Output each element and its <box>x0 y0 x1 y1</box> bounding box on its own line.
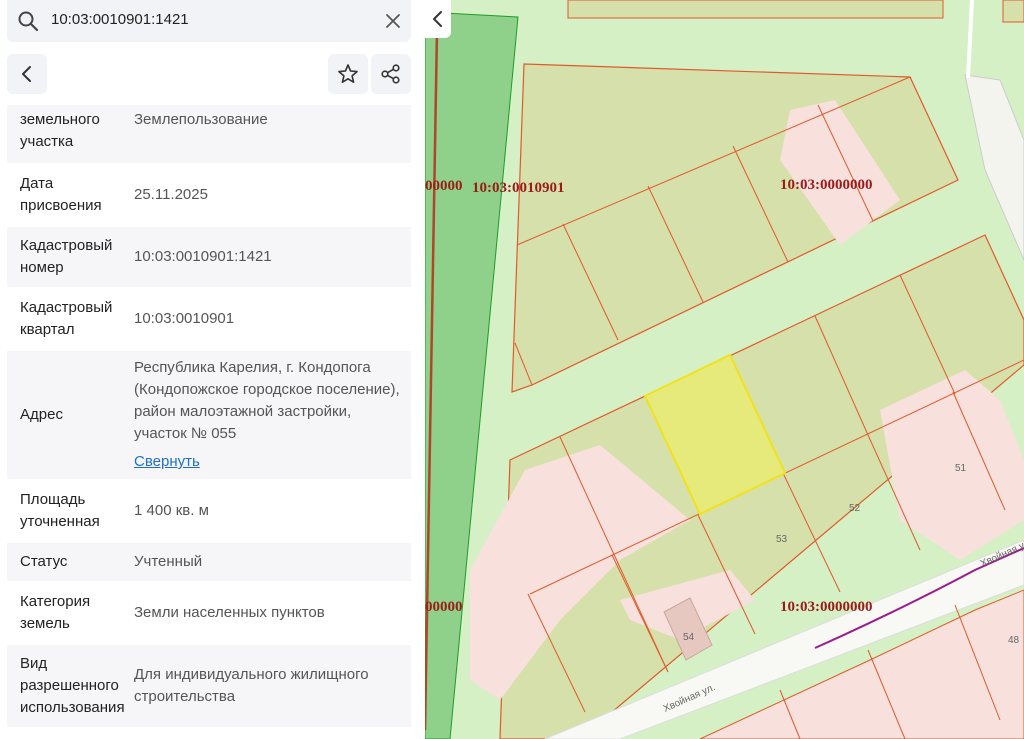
parcel-block <box>567 0 944 19</box>
details-table: земельного участка Землепользование Дата… <box>7 105 411 729</box>
details-value: 10:03:0010901 <box>134 310 235 327</box>
share-button[interactable] <box>371 54 411 94</box>
share-icon <box>381 64 400 84</box>
collapse-panel-button[interactable] <box>425 0 451 38</box>
details-value: Учтенный <box>134 553 203 570</box>
back-button[interactable] <box>7 54 47 94</box>
details-label: Категория земель <box>20 593 91 632</box>
details-label: Площадь уточненная <box>20 491 100 530</box>
info-panel: 10:03:0010901:1421 земельного участка Зе… <box>0 0 425 739</box>
cadastral-map: 10:03:0010901 10:03:0000000 10:03:000000… <box>425 0 1024 739</box>
block-label: 10:03:0000000 <box>780 599 873 615</box>
details-label: Адрес <box>20 406 63 423</box>
details-row-cadastral-number: Кадастровый номер 10:03:0010901:1421 <box>7 227 411 289</box>
details-row-type: земельного участка Землепользование <box>7 105 411 165</box>
details-value: 1 400 кв. м <box>134 502 209 519</box>
details-label: Кадастровый номер <box>20 237 113 276</box>
parcel-number: 52 <box>849 503 861 514</box>
details-label: Статус <box>20 553 68 570</box>
details-label: Вид разрешенного использования <box>20 655 125 716</box>
block-label: 10:03:0000000 <box>780 177 873 193</box>
details-value: 10:03:0010901:1421 <box>134 248 272 265</box>
details-label: земельного участка <box>20 111 100 150</box>
parcel-block <box>1002 0 1024 23</box>
search-input[interactable]: 10:03:0010901:1421 <box>51 11 189 28</box>
chevron-left-icon <box>433 11 442 27</box>
details-row-land-category: Категория земель Земли населенных пункто… <box>7 583 411 645</box>
close-icon[interactable] <box>381 9 405 33</box>
details-label: Дата присвоения <box>20 175 102 214</box>
parcel-number: 53 <box>776 534 788 545</box>
details-row-cadastral-quarter: Кадастровый квартал 10:03:0010901 <box>7 289 411 351</box>
details-row-status: Статус Учтенный <box>7 543 411 583</box>
details-row-address: Адрес Республика Карелия, г. Кондопога (… <box>7 351 411 481</box>
parcel-number: 51 <box>955 463 967 474</box>
address-text: Республика Карелия, г. Кондопога (Кондоп… <box>134 359 400 442</box>
chevron-left-icon <box>22 66 31 82</box>
search-bar: 10:03:0010901:1421 <box>7 0 411 42</box>
details-label: Кадастровый квартал <box>20 299 113 338</box>
collapse-link[interactable]: Свернуть <box>134 451 200 473</box>
star-icon <box>338 64 358 83</box>
details-row-date: Дата присвоения 25.11.2025 <box>7 165 411 227</box>
details-value: Для индивидуального жилищного строительс… <box>134 666 369 705</box>
block-label: 00000 <box>425 178 463 194</box>
parcel-number: 54 <box>683 632 695 643</box>
details-value: Земли населенных пунктов <box>134 604 325 621</box>
details-value-address: Республика Карелия, г. Кондопога (Кондоп… <box>134 357 411 473</box>
details-value: Землепользование <box>134 111 268 128</box>
block-label: 10:03:0010901 <box>472 180 565 196</box>
details-row-permitted-use: Вид разрешенного использования Для индив… <box>7 645 411 729</box>
block-label: 00000 <box>425 599 463 615</box>
details-row-area: Площадь уточненная 1 400 кв. м <box>7 481 411 543</box>
details-value: 25.11.2025 <box>134 186 208 203</box>
map-canvas[interactable]: 10:03:0010901 10:03:0000000 10:03:000000… <box>425 0 1024 739</box>
search-icon <box>17 10 39 32</box>
favorite-button[interactable] <box>328 54 368 94</box>
parcel-number: 48 <box>1008 635 1020 646</box>
